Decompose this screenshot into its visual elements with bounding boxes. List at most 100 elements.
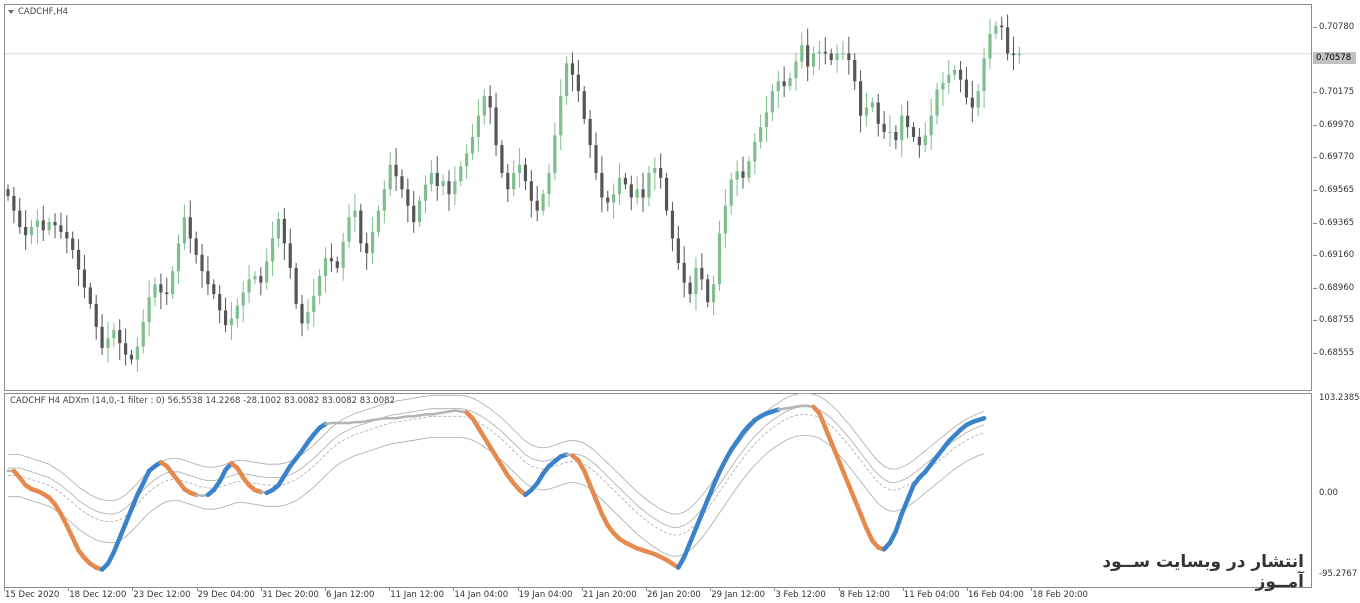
candle-body [388,164,392,190]
candle-body [176,243,181,272]
time-tick-label: 14 Jan 04:00 [454,590,509,600]
candle-body [717,233,722,285]
candle-body [529,181,533,201]
candle-body [6,189,10,196]
adx-line-segment [581,468,593,488]
candle-body [212,284,216,295]
adx-line-segment [693,511,705,531]
candle-body [565,63,569,97]
candle-body [682,262,686,283]
candle-body [541,194,545,211]
candle-body [12,195,16,211]
price-tick [1313,27,1317,28]
candle-body [941,82,945,90]
candle-body [864,107,869,116]
candle-body [153,284,157,298]
candle-body [135,346,139,360]
candle-body [41,220,45,231]
candle-body [476,115,480,137]
adx-line-segment [117,521,128,541]
candle-body [535,200,539,211]
candle-body [664,177,669,211]
candle-body [753,141,757,162]
price-tick-label: 0.69160 [1319,250,1355,261]
candle-body [741,171,745,178]
indicator-tick-label: 103.2385 [1319,393,1360,403]
candle-body [723,205,727,234]
price-tick-label: 0.68755 [1319,315,1355,326]
candle-body [553,135,557,173]
candle-body [429,172,433,185]
price-tick-label: 0.69970 [1319,119,1355,130]
candle-body [964,79,969,98]
candle-body [235,305,239,319]
candle-body [617,177,622,195]
current-price-label: 0.70578 [1313,52,1356,64]
candle-body [517,164,522,173]
indicator-scale[interactable]: 103.2385 0.00 -95.2767 [1313,393,1360,588]
candle-body [94,303,98,327]
candle-body [841,53,845,55]
watermark-text: انتشار در وبسایت ســود آمــوز [1102,552,1304,592]
candle-body [729,179,733,206]
candle-body [582,91,586,119]
candle-body [759,127,763,142]
candle-body [641,189,645,198]
candle-body [118,330,122,344]
candle-body [24,226,28,236]
candle-body [423,184,428,201]
candle-body [47,222,51,231]
candle-body [494,107,498,146]
candle-body [159,284,163,293]
candle-body [794,61,798,79]
time-tick-label: 29 Jan 12:00 [711,590,766,600]
price-tick-label: 0.69365 [1319,217,1355,228]
candle-body [400,176,404,190]
candle-body [394,164,398,177]
price-tick [1313,320,1317,322]
candle-body [770,91,774,113]
price-tick-label: 0.70780 [1319,22,1355,32]
time-tick-label: 3 Feb 12:00 [775,590,826,600]
candle-body [853,60,857,82]
candle-body [712,284,716,303]
candle-body [859,81,863,116]
price-tick-label: 0.69565 [1319,185,1355,195]
candle-body [488,96,492,108]
candle-body [811,53,816,67]
candle-body [606,197,610,203]
candle-body [82,269,87,288]
candle-body [976,91,980,108]
adx-line-segment [111,535,122,555]
candle-body [435,172,439,187]
adx-line-segment [123,506,134,526]
candle-body [312,295,316,313]
candle-body [376,210,381,232]
candle-body [271,238,275,262]
candle-body [29,226,34,236]
candle-body [788,78,792,87]
time-tick-label: 21 Jan 20:00 [582,590,637,600]
candle-body [623,177,627,185]
candle-body [911,127,916,137]
candle-body [182,217,186,244]
candle-body [700,267,704,280]
candle-body [88,287,92,304]
time-tick-label: 26 Jan 20:00 [647,590,701,600]
candle-body [318,276,322,296]
adx-line-segment [817,411,828,431]
candle-body [335,261,339,268]
candle-body [453,181,457,195]
candle-body [982,58,986,92]
indicator-tick-label: -95.2767 [1319,569,1358,579]
adx-line-segment [846,482,857,502]
candle-body [659,168,663,178]
candle-body [653,168,657,173]
adx-line-segment [852,497,863,517]
candle-body [35,220,39,227]
candle-body [994,25,998,34]
candle-body [635,189,639,198]
candle-body [406,189,410,206]
adx-line-segment [681,540,693,560]
candle-body [823,51,827,54]
